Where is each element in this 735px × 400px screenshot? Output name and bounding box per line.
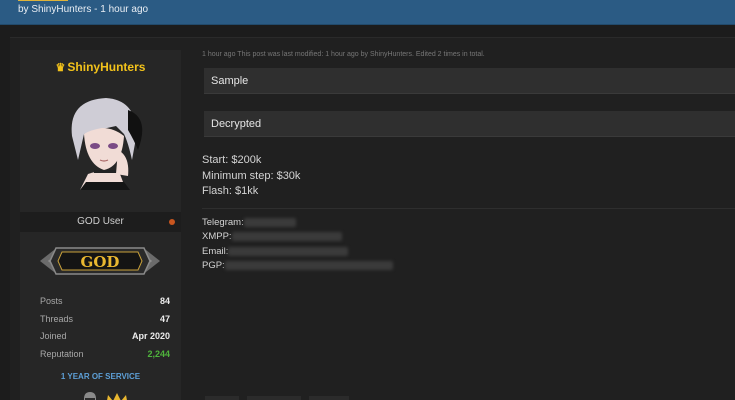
stat-threads[interactable]: Threads 47 xyxy=(40,314,170,332)
spoiler-sample[interactable]: Sample xyxy=(204,68,735,94)
post-action-button[interactable] xyxy=(309,396,349,400)
stat-joined: Joined Apr 2020 xyxy=(40,331,170,341)
usertitle: GOD User xyxy=(77,216,124,227)
body-line-minimum-step: Minimum step: $30k xyxy=(202,169,301,182)
usertitle-bar: GOD User xyxy=(20,212,181,232)
author-panel: ♛ ShinyHunters GOD User GOD Posts 84 Thr… xyxy=(20,50,181,400)
thread-byline: by ShinyHunters - 1 hour ago xyxy=(18,4,149,15)
body-line-flash: Flash: $1kk xyxy=(202,185,259,197)
spoiler-decrypted[interactable]: Decrypted xyxy=(204,111,735,137)
contact-xmpp: XMPP: xyxy=(202,230,393,244)
god-badge-label: GOD xyxy=(81,253,120,271)
author-username-text: ShinyHunters xyxy=(67,60,146,74)
author-stats: Posts 84 Threads 47 Joined Apr 2020 Repu… xyxy=(40,296,170,366)
post-content: 1 hour ago This post was last modified: … xyxy=(202,50,735,271)
post-action-button[interactable] xyxy=(205,396,239,400)
redacted-value xyxy=(243,217,296,227)
redacted-value xyxy=(228,246,349,256)
signature-divider xyxy=(202,208,735,209)
post-body: Start: $200k Minimum step: $30k Flash: $… xyxy=(202,153,300,200)
author-username[interactable]: ♛ ShinyHunters xyxy=(20,60,181,74)
redacted-value xyxy=(224,261,393,271)
contact-telegram: Telegram: xyxy=(202,216,393,230)
avatar[interactable] xyxy=(58,90,148,190)
contact-email: Email: xyxy=(202,245,393,259)
post-container: ♛ ShinyHunters GOD User GOD Posts 84 Thr… xyxy=(10,37,735,400)
crown-icon xyxy=(107,393,127,400)
post-meta: 1 hour ago This post was last modified: … xyxy=(202,51,485,58)
post-action-button[interactable] xyxy=(247,396,301,400)
god-rank-badge: GOD xyxy=(40,247,160,275)
signature-contacts: Telegram: XMPP: Email: PGP: xyxy=(202,216,393,274)
body-line-start: Start: $200k xyxy=(202,154,262,166)
stat-posts[interactable]: Posts 84 xyxy=(40,296,170,314)
redacted-value xyxy=(231,232,342,242)
offline-status-indicator xyxy=(169,219,175,225)
service-award-label: 1 YEAR OF SERVICE xyxy=(60,372,141,381)
banner-accent xyxy=(18,0,68,1)
contact-pgp: PGP: xyxy=(202,259,393,273)
knight-helmet-icon xyxy=(84,392,96,400)
crown-icon: ♛ xyxy=(55,62,66,74)
award-icons xyxy=(84,392,127,400)
stat-reputation[interactable]: Reputation 2,244 xyxy=(40,349,170,367)
thread-header-banner: by ShinyHunters - 1 hour ago xyxy=(0,0,735,25)
